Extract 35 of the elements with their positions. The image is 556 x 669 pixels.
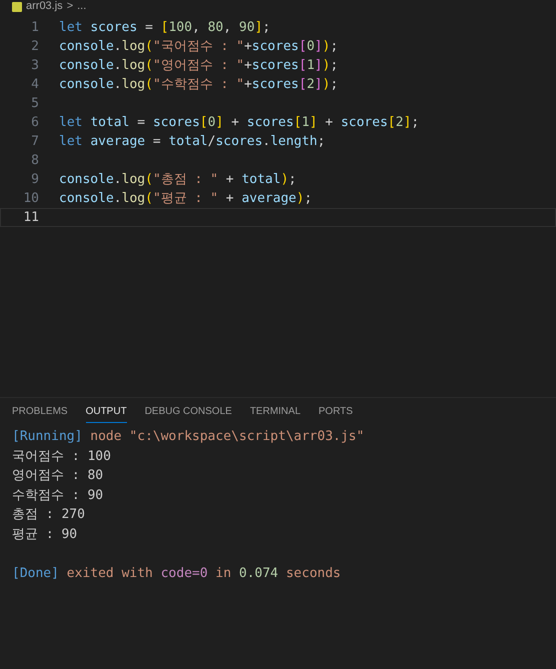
line-number: 5 [30, 94, 39, 113]
line-number: 3 [30, 56, 39, 75]
code-line: console.log("평균 : " + average); [59, 190, 312, 208]
code-line: let total = scores[0] + scores[1] + scores[2]; [59, 114, 420, 132]
line-number: 11 [22, 208, 39, 227]
code-line: let average = total/scores.length; [59, 132, 326, 151]
panel-tab[interactable]: OUTPUT [86, 404, 127, 423]
line-number: 2 [30, 38, 39, 56]
line-number: 1 [30, 18, 39, 37]
line-number: 8 [30, 152, 39, 170]
line-number: 6 [30, 114, 39, 132]
code-line: let scores = [100, 80, 90]; [59, 18, 270, 37]
line-number: 4 [30, 76, 39, 94]
code-line: console.log("수학점수 : "+scores[2]); [59, 76, 338, 94]
breadcrumb-item[interactable]: arr03.js [26, 0, 63, 15]
output-line: [Done] exited with code=0 in 0.074 seconds [12, 564, 341, 582]
output-line: 국어점수 : 100 [12, 448, 111, 466]
output-line: 평균 : 90 [12, 526, 78, 544]
output-line: 영어점수 : 80 [12, 467, 104, 485]
line-number: 10 [22, 190, 39, 208]
panel-tab[interactable]: TERMINAL [250, 404, 300, 423]
breadcrumb-separator: > [66, 0, 74, 14]
panel-tab[interactable]: PORTS [318, 404, 353, 423]
code-line: console.log("총점 : " + total); [59, 170, 296, 189]
code-line: console.log("영어점수 : "+scores[1]); [59, 56, 338, 75]
output-line: 수학점수 : 90 [12, 486, 104, 504]
output-line: 총점 : 270 [12, 506, 85, 524]
js-file-icon [12, 2, 22, 12]
code-line: console.log("국어점수 : "+scores[0]); [59, 38, 338, 56]
line-number: 9 [30, 170, 39, 189]
breadcrumb-item[interactable]: ... [77, 0, 86, 15]
line-number: 7 [30, 132, 39, 151]
panel-tab[interactable]: DEBUG CONSOLE [144, 404, 232, 423]
output-line: [Running] node "c:\workspace\script\arr03.js" [12, 428, 364, 446]
panel-tab[interactable]: PROBLEMS [12, 404, 68, 423]
